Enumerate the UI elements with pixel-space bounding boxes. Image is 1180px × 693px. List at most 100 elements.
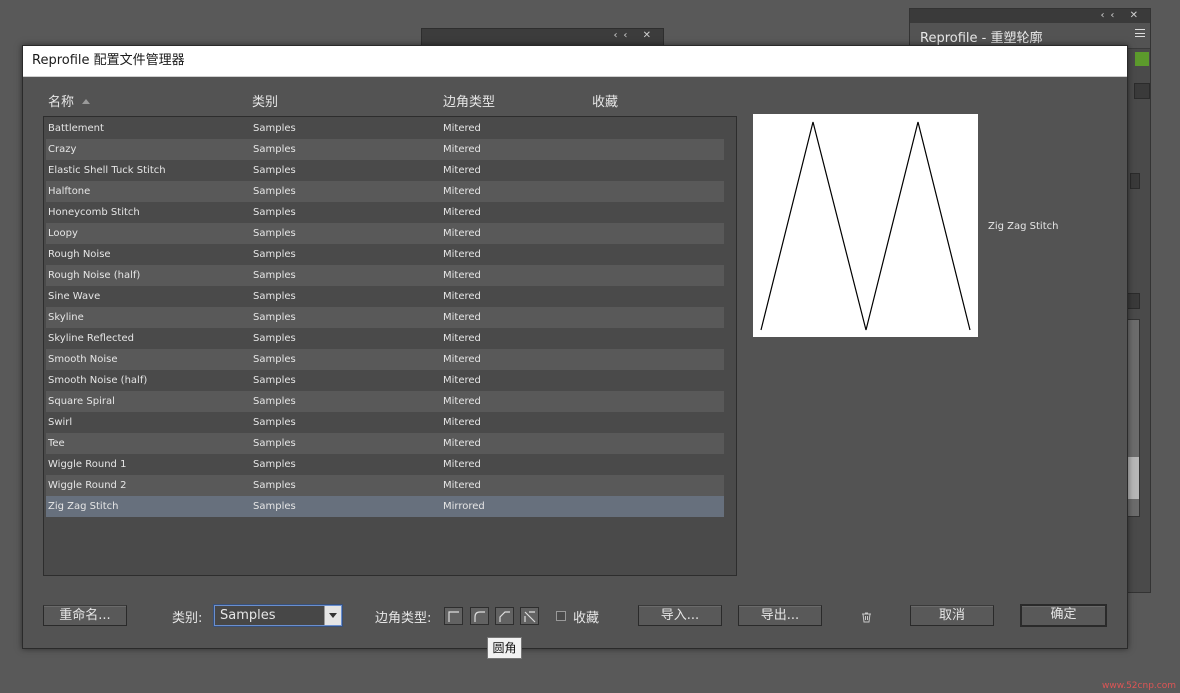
row-name: Crazy (48, 144, 77, 155)
cancel-button[interactable]: 取消 (910, 605, 994, 626)
row-category: Samples (253, 186, 296, 197)
table-row[interactable]: Smooth Noise (half) Samples Mitered (46, 370, 724, 391)
table-row[interactable]: Rough Noise (half) Samples Mitered (46, 265, 724, 286)
table-row[interactable]: Square Spiral Samples Mitered (46, 391, 724, 412)
row-corner: Mitered (443, 228, 481, 239)
panel-tab-title[interactable]: Reprofile - 重塑轮廓 (920, 27, 1042, 46)
category-select[interactable]: Samples (214, 605, 342, 626)
trash-icon-graphic (862, 612, 871, 623)
table-row[interactable]: Elastic Shell Tuck Stitch Samples Mitered (46, 160, 724, 181)
unit-field[interactable] (1134, 83, 1150, 99)
row-name: Battlement (48, 123, 104, 134)
row-category: Samples (253, 228, 296, 239)
profile-list[interactable]: Battlement Samples Mitered Crazy Samples Mite… (43, 116, 737, 576)
bevel-corner-icon (499, 611, 510, 622)
row-corner: Mitered (443, 375, 481, 386)
panel-topstrip: ‹‹ ✕ (910, 9, 1150, 23)
row-name: Smooth Noise (half) (48, 375, 148, 386)
preview-label: Zig Zag Stitch (988, 221, 1059, 232)
table-row[interactable]: Sine Wave Samples Mitered (46, 286, 724, 307)
table-row[interactable]: Zig Zag Stitch Samples Mirrored (46, 496, 724, 517)
row-corner: Mitered (443, 480, 481, 491)
column-header-name[interactable]: 名称 (48, 91, 91, 110)
profile-manager-dialog: Reprofile 配置文件管理器 名称 类别 边角类型 收藏 Battleme… (22, 45, 1128, 649)
panel-controls[interactable]: ‹‹ ✕ (1100, 10, 1144, 21)
corner-bevel-button[interactable] (495, 607, 514, 625)
column-header-category[interactable]: 类别 (252, 91, 278, 110)
row-corner: Mitered (443, 396, 481, 407)
row-name: Sine Wave (48, 291, 101, 302)
corner-round-button[interactable] (470, 607, 489, 625)
table-row[interactable]: Smooth Noise Samples Mitered (46, 349, 724, 370)
row-category: Samples (253, 165, 296, 176)
table-row[interactable]: Loopy Samples Mitered (46, 223, 724, 244)
row-corner: Mitered (443, 165, 481, 176)
column-header-favorite[interactable]: 收藏 (592, 91, 618, 110)
row-corner: Mitered (443, 333, 481, 344)
table-row[interactable]: Tee Samples Mitered (46, 433, 724, 454)
row-category: Samples (253, 480, 296, 491)
field-edge[interactable] (1130, 173, 1140, 189)
column-header-corner[interactable]: 边角类型 (443, 91, 495, 110)
row-corner: Mitered (443, 459, 481, 470)
table-row[interactable]: Wiggle Round 2 Samples Mitered (46, 475, 724, 496)
table-row[interactable]: Skyline Samples Mitered (46, 307, 724, 328)
row-corner: Mitered (443, 291, 481, 302)
corner-inverse-button[interactable] (520, 607, 539, 625)
row-category: Samples (253, 270, 296, 281)
table-row[interactable]: Halftone Samples Mitered (46, 181, 724, 202)
export-button[interactable]: 导出... (738, 605, 822, 626)
round-corner-tooltip: 圆角 (487, 637, 522, 659)
table-row[interactable]: Battlement Samples Mitered (46, 118, 724, 139)
row-name: Rough Noise (48, 249, 111, 260)
panel-scrollbar-thumb[interactable] (1127, 457, 1139, 499)
row-corner: Mitered (443, 354, 481, 365)
row-category: Samples (253, 207, 296, 218)
row-corner: Mitered (443, 270, 481, 281)
row-category: Samples (253, 417, 296, 428)
row-name: Tee (48, 438, 65, 449)
favorite-checkbox[interactable] (556, 611, 566, 621)
row-corner: Mitered (443, 312, 481, 323)
row-category: Samples (253, 312, 296, 323)
row-name: Wiggle Round 1 (48, 459, 127, 470)
row-name: Smooth Noise (48, 354, 118, 365)
favorite-label: 收藏 (573, 611, 600, 626)
zigzag-preview-graphic (760, 121, 971, 331)
row-name: Skyline (48, 312, 84, 323)
hamburger-menu-icon[interactable] (1135, 29, 1145, 37)
rename-button[interactable]: 重命名... (43, 605, 127, 626)
row-category: Samples (253, 354, 296, 365)
row-category: Samples (253, 501, 296, 512)
row-corner: Mitered (443, 123, 481, 134)
panel-controls[interactable]: ‹‹ ✕ (613, 30, 657, 41)
row-name: Skyline Reflected (48, 333, 134, 344)
dropdown-edge[interactable] (1126, 293, 1140, 309)
corner-square-button[interactable] (444, 607, 463, 625)
row-corner: Mitered (443, 186, 481, 197)
sort-ascending-icon (82, 99, 91, 104)
row-category: Samples (253, 438, 296, 449)
dialog-title: Reprofile 配置文件管理器 (23, 46, 1127, 77)
table-row[interactable]: Crazy Samples Mitered (46, 139, 724, 160)
row-category: Samples (253, 375, 296, 386)
import-button[interactable]: 导入... (638, 605, 722, 626)
row-corner: Mitered (443, 207, 481, 218)
table-row[interactable]: Rough Noise Samples Mitered (46, 244, 724, 265)
row-name: Rough Noise (half) (48, 270, 141, 281)
trash-icon[interactable] (861, 612, 871, 623)
row-category: Samples (253, 144, 296, 155)
row-category: Samples (253, 291, 296, 302)
row-category: Samples (253, 396, 296, 407)
chevron-down-icon[interactable] (324, 606, 341, 625)
table-row[interactable]: Skyline Reflected Samples Mitered (46, 328, 724, 349)
ok-button[interactable]: 确定 (1020, 604, 1107, 627)
table-row[interactable]: Honeycomb Stitch Samples Mitered (46, 202, 724, 223)
table-row[interactable]: Wiggle Round 1 Samples Mitered (46, 454, 724, 475)
row-corner: Mitered (443, 249, 481, 260)
row-category: Samples (253, 249, 296, 260)
row-category: Samples (253, 333, 296, 344)
table-row[interactable]: Swirl Samples Mitered (46, 412, 724, 433)
row-name: Halftone (48, 186, 91, 197)
green-menu-icon[interactable] (1135, 52, 1149, 66)
